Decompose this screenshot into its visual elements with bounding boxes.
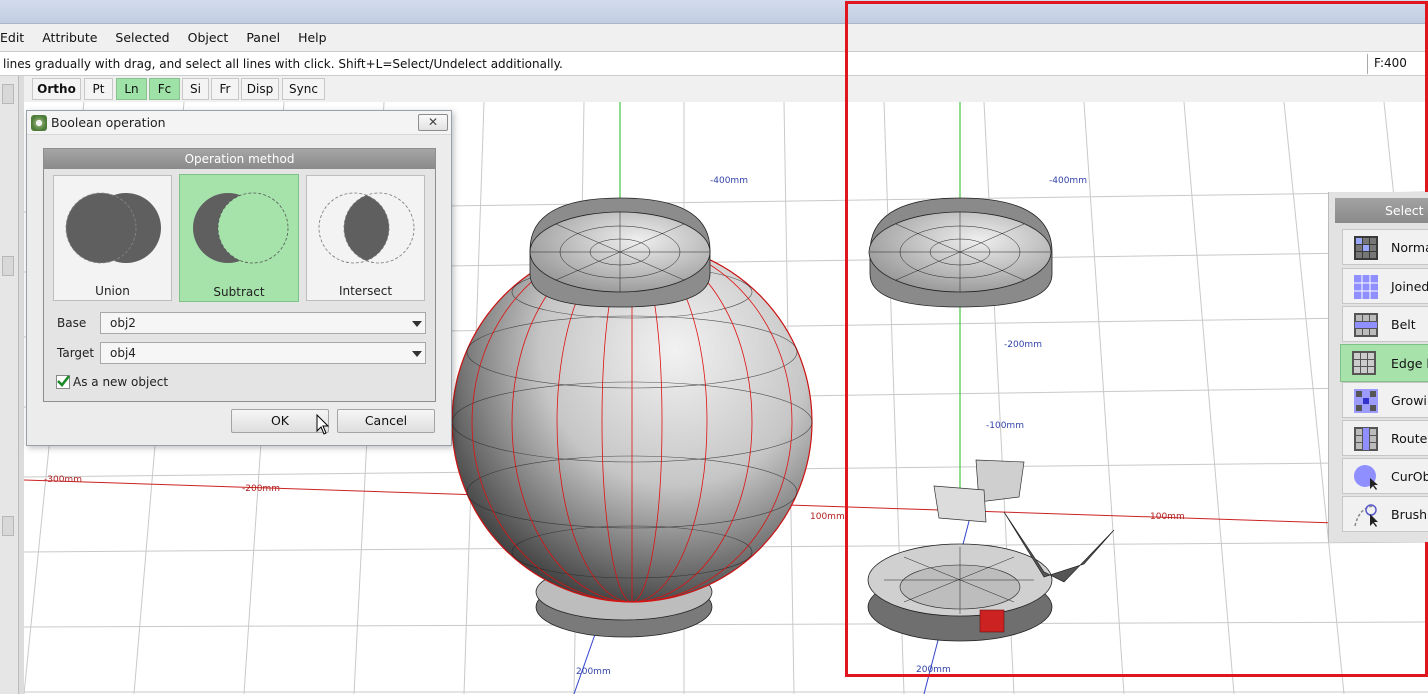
current-object-select-icon — [1354, 465, 1378, 490]
subtract-option[interactable]: Subtract — [179, 174, 299, 302]
sync-toggle[interactable]: Sync — [282, 78, 325, 100]
ortho-toggle[interactable]: Ortho — [32, 78, 81, 100]
grid-label: -100mm — [986, 421, 1024, 431]
menu-edit[interactable]: Edit — [0, 24, 33, 51]
select-mode-joined[interactable]: Joined — [1342, 268, 1428, 304]
grid-label: -400mm — [710, 176, 748, 186]
grid-label: 100mm — [810, 512, 845, 522]
select-mode-current-object[interactable]: CurOb — [1342, 458, 1428, 494]
union-label: Union — [95, 284, 130, 298]
grid-label: 200mm — [916, 665, 951, 675]
point-toggle[interactable]: Pt — [84, 78, 113, 100]
cap-object-left[interactable] — [529, 197, 711, 308]
dialog-titlebar[interactable]: Boolean operation ✕ — [27, 111, 451, 135]
grid-label: 100mm — [1150, 512, 1185, 522]
line-toggle[interactable]: Ln — [116, 78, 147, 100]
select-panel: Select Norma Joined Belt Edge l — [1328, 192, 1428, 542]
grid-label: 200mm — [576, 667, 611, 677]
intersect-venn-icon — [318, 192, 415, 264]
status-line: lines gradually with drag, and select al… — [0, 51, 1428, 76]
operation-method-title: Operation method — [44, 149, 435, 169]
left-panel-tab[interactable] — [2, 256, 14, 276]
brush-select-icon — [1354, 504, 1378, 527]
select-mode-label: Edge l — [1391, 356, 1428, 371]
grid-label: -300mm — [44, 475, 82, 485]
boolean-operation-dialog: Boolean operation ✕ Operation method Uni… — [26, 110, 452, 446]
grid-label: -400mm — [1049, 176, 1087, 186]
target-label: Target — [57, 346, 95, 360]
checkmark-icon — [57, 375, 70, 387]
frame-counter-text: F:400 — [1374, 56, 1407, 70]
close-button[interactable]: ✕ — [418, 114, 448, 131]
select-mode-label: Brush — [1391, 507, 1428, 522]
new-object-label: As a new object — [73, 375, 169, 389]
dialog-title: Boolean operation — [51, 115, 166, 130]
select-mode-label: Route — [1391, 431, 1428, 446]
menu-panel[interactable]: Panel — [237, 24, 289, 51]
intersect-option[interactable]: Intersect — [306, 175, 425, 301]
silhouette-toggle[interactable]: Si — [182, 78, 209, 100]
grid-label: -200mm — [242, 484, 280, 494]
view-toolbar: Ortho Pt Ln Fc Si Fr Disp Sync — [24, 76, 1428, 102]
left-panel-strip — [0, 76, 24, 694]
grid-label: -200mm — [1004, 340, 1042, 350]
base-label: Base — [57, 316, 87, 330]
menu-attribute[interactable]: Attribute — [33, 24, 106, 51]
growing-select-icon — [1354, 389, 1378, 413]
ok-button[interactable]: OK — [231, 409, 329, 433]
select-mode-label: Joined — [1391, 279, 1428, 294]
select-mode-edge-loop[interactable]: Edge l — [1340, 344, 1428, 382]
face-toggle[interactable]: Fc — [149, 78, 180, 100]
select-mode-label: Belt — [1391, 317, 1416, 332]
result-object-right[interactable] — [867, 459, 1115, 642]
menu-object[interactable]: Object — [179, 24, 238, 51]
route-select-icon — [1354, 427, 1378, 451]
new-object-checkbox[interactable] — [56, 375, 70, 389]
menu-bar: Edit Attribute Selected Object Panel Hel… — [0, 24, 1428, 51]
select-mode-label: Norma — [1391, 240, 1428, 255]
app-icon — [31, 115, 47, 131]
display-toggle[interactable]: Disp — [241, 78, 279, 100]
target-select[interactable]: obj4 — [100, 342, 426, 364]
normal-select-icon — [1354, 236, 1378, 260]
operation-method-group: Operation method Union Subtract Intersec… — [43, 148, 436, 402]
mouse-pointer-icon — [316, 414, 330, 435]
menu-selected[interactable]: Selected — [106, 24, 178, 51]
intersect-label: Intersect — [338, 284, 393, 298]
select-mode-route[interactable]: Route — [1342, 420, 1428, 456]
cap-object-right[interactable] — [868, 197, 1053, 308]
subtract-label: Subtract — [213, 285, 265, 299]
joined-select-icon — [1354, 275, 1378, 299]
belt-select-icon — [1354, 313, 1378, 337]
union-venn-icon — [65, 192, 161, 264]
edge-loop-select-icon — [1352, 351, 1376, 375]
target-value: obj4 — [110, 346, 136, 360]
select-mode-normal[interactable]: Norma — [1342, 229, 1428, 265]
window-titlebar — [0, 0, 1428, 24]
select-mode-belt[interactable]: Belt — [1342, 306, 1428, 342]
cancel-button[interactable]: Cancel — [337, 409, 435, 433]
base-value: obj2 — [110, 316, 136, 330]
chevron-down-icon — [412, 351, 422, 357]
union-option[interactable]: Union — [53, 175, 172, 301]
select-panel-title: Select — [1335, 198, 1428, 223]
select-mode-label: Growin — [1391, 393, 1428, 408]
front-toggle[interactable]: Fr — [211, 78, 239, 100]
base-select[interactable]: obj2 — [100, 312, 426, 334]
left-panel-tab[interactable] — [2, 516, 14, 536]
select-mode-brush[interactable]: Brush — [1342, 496, 1428, 532]
menu-help[interactable]: Help — [289, 24, 336, 51]
close-icon: ✕ — [427, 115, 439, 129]
left-panel-tab[interactable] — [2, 84, 14, 104]
select-mode-growing[interactable]: Growin — [1342, 382, 1428, 418]
chevron-down-icon — [412, 321, 422, 327]
subtract-venn-icon — [193, 192, 289, 264]
frame-counter: F:400 — [1367, 54, 1428, 74]
select-mode-label: CurOb — [1391, 469, 1428, 484]
status-hint: lines gradually with drag, and select al… — [3, 57, 563, 71]
